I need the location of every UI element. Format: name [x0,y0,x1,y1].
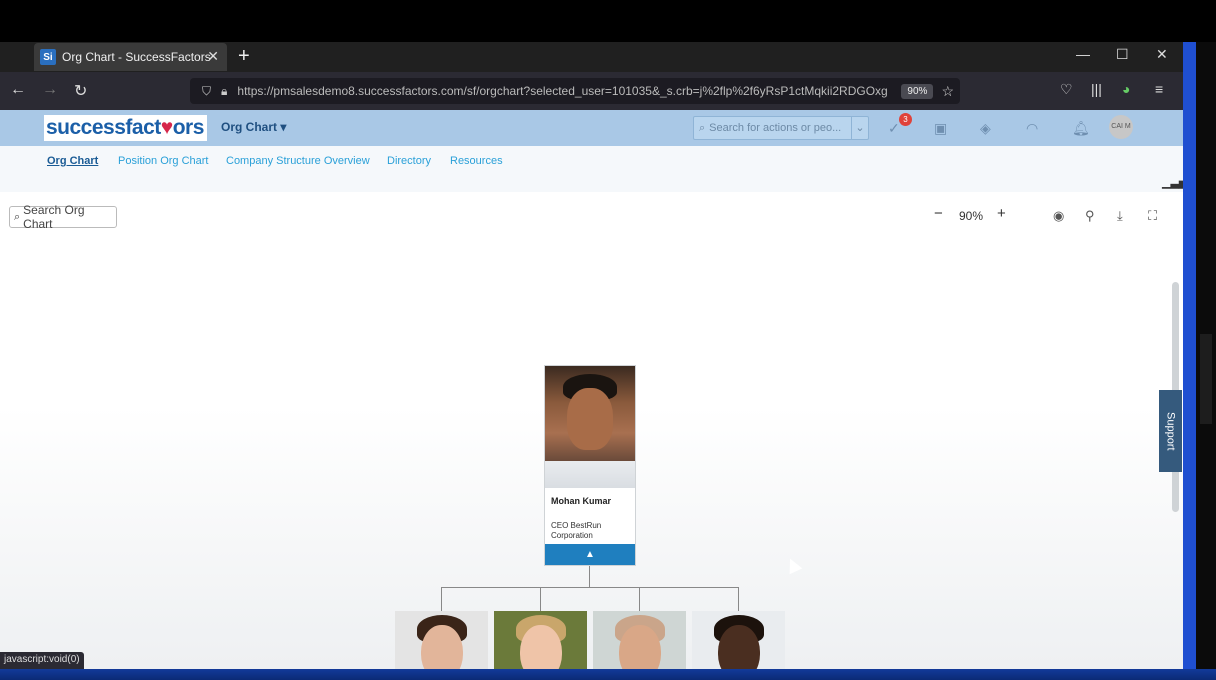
desktop-edge [1183,42,1196,669]
module-switcher[interactable]: Org Chart ▾ [221,120,286,134]
successfactors-logo[interactable]: successfact ♥ or s [44,115,207,141]
employee-title: CEO BestRun Corporation [551,521,602,540]
pocket-icon[interactable]: ♡ [1060,81,1073,98]
tab-strip: Si Org Chart - SuccessFactors ✕ + — ☐ ✕ [0,42,1183,72]
org-chart-canvas[interactable]: ⌕ Search Org Chart − 90% + ◉ ⚲ ⤓ ⛶ Mohan… [0,192,1183,669]
screen: Si Org Chart - SuccessFactors ✕ + — ☐ ✕ … [0,0,1216,680]
subnav-resources[interactable]: Resources [450,155,503,167]
sf-header: successfact ♥ or s Org Chart ▾ ⌕ Search for… [0,110,1183,146]
user-avatar[interactable]: CAI M [1109,115,1133,139]
extension-icon[interactable]: ◕ [1122,81,1130,97]
close-tab-icon[interactable]: ✕ [207,48,219,65]
zoom-level: 90% [959,209,984,223]
ceo-photo [545,366,635,488]
bar-chart-icon[interactable]: ▁▃▅ [1162,176,1183,189]
lock-icon[interactable]: 🔒︎ [221,84,227,99]
chevron-down-icon: ▾ [280,120,287,134]
subnav-company-structure-overview[interactable]: Company Structure Overview [226,155,370,167]
connector-line [589,566,590,588]
employee-name: Mohan Kumar [551,496,612,506]
successfactors-favicon-icon: Si [40,49,56,65]
fullscreen-icon[interactable]: ⛶ [1148,208,1157,224]
bell-icon[interactable]: 🔔︎ [1072,120,1090,137]
search-dropdown-icon[interactable]: ⌄ [851,117,868,139]
direct-report-card[interactable] [593,611,686,669]
bookmark-star-icon[interactable]: ☆ [941,83,954,100]
action-search-input[interactable]: ⌕ Search for actions or peo... ⌄ [693,116,869,140]
direct-report-card[interactable] [494,611,587,669]
mouse-cursor-icon [783,555,803,575]
new-tab-icon[interactable]: + [238,45,250,68]
search-icon: ⌕ [699,121,706,134]
back-icon[interactable]: ← [10,81,26,99]
tab-title: Org Chart - SuccessFactors [62,50,211,64]
connector-line [441,587,442,611]
person-settings-icon[interactable]: ⚲ [1085,208,1095,224]
connector-line [738,587,739,611]
direct-report-card[interactable] [395,611,488,669]
subnav-position-org-chart[interactable]: Position Org Chart [118,155,208,167]
subnav-directory[interactable]: Directory [387,155,431,167]
support-tab[interactable]: Support [1159,390,1182,472]
menu-icon[interactable]: ≡ [1155,81,1163,97]
approvals-icon[interactable]: ✓ [888,120,900,137]
help-headset-icon[interactable]: ◠ [1026,120,1038,137]
org-chart-subnav: Org Chart Position Org Chart Company Str… [0,146,1183,192]
subnav-org-chart[interactable]: Org Chart [47,155,98,167]
chevron-up-icon: ▲ [585,549,595,560]
url-text: https://pmsalesdemo8.successfactors.com/… [237,84,888,98]
connector-line [441,587,739,588]
library-icon[interactable]: ||| [1091,81,1102,97]
assistant-icon[interactable]: ◈ [980,120,991,137]
chat-icon[interactable]: ▣ [934,120,947,137]
browser-window: Si Org Chart - SuccessFactors ✕ + — ☐ ✕ … [0,42,1183,669]
view-options-eye-icon[interactable]: ◉ [1053,208,1064,224]
shield-icon[interactable]: ⛉ [202,84,211,99]
address-bar[interactable]: ⛉ 🔒︎ https://pmsalesdemo8.successfactors… [190,78,960,104]
maximize-icon[interactable]: ☐ [1116,46,1129,63]
minimize-icon[interactable]: — [1076,46,1090,62]
forward-icon[interactable]: → [42,81,58,99]
zoom-out-button[interactable]: − [934,205,943,222]
connector-line [639,587,640,611]
search-icon: ⌕ [14,210,21,223]
direct-report-card[interactable] [692,611,785,669]
download-icon[interactable]: ⤓ [1117,208,1123,224]
connector-line [540,587,541,611]
zoom-badge[interactable]: 90% [901,83,934,99]
taskbar [0,669,1216,680]
browser-navbar: ← → ↻ ⛉ 🔒︎ https://pmsalesdemo8.successf… [0,72,1183,110]
zoom-in-button[interactable]: + [997,205,1006,222]
search-org-chart-input[interactable]: ⌕ Search Org Chart [9,203,117,231]
close-window-icon[interactable]: ✕ [1156,46,1168,63]
status-bar: javascript:void(0) [0,652,84,669]
notification-count-badge: 3 [899,113,912,126]
browser-tab[interactable]: Si Org Chart - SuccessFactors ✕ [34,43,227,71]
desktop-side [1196,42,1216,669]
collapse-reports-button[interactable]: ▲ [545,544,635,565]
reload-icon[interactable]: ↻ [74,81,87,101]
employee-card-ceo[interactable]: Mohan Kumar CEO BestRun Corporation ▲ [544,365,636,566]
heart-icon: ♥ [160,116,173,139]
